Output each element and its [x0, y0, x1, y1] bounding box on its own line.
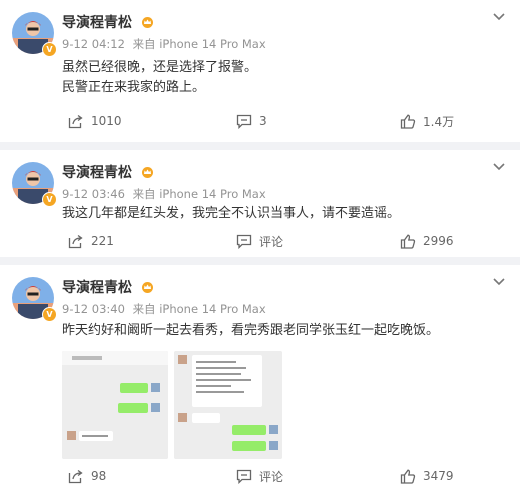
post-source: 来自 iPhone 14 Pro Max: [132, 302, 266, 316]
comment-icon: [236, 234, 252, 249]
share-icon: [68, 469, 83, 483]
comment-count: 3: [259, 114, 267, 128]
username[interactable]: 导演程青松: [62, 277, 154, 297]
comment-count: 评论: [259, 234, 284, 249]
post-text: 昨天约好和阚昕一起去看秀，看完秀跟老同学张玉红一起吃晚饭。: [62, 321, 439, 341]
more-menu-icon[interactable]: [492, 277, 506, 287]
post-time[interactable]: 9-12 03:46: [62, 187, 125, 201]
crown-icon: [141, 17, 153, 28]
avatar[interactable]: V: [12, 277, 57, 322]
more-menu-icon[interactable]: [492, 162, 506, 172]
share-count: 98: [91, 469, 107, 483]
action-bar: 1010 3 1.4万: [0, 110, 520, 132]
post-meta: 9-12 03:46 来自 iPhone 14 Pro Max: [62, 186, 266, 202]
comment-button[interactable]: 3: [236, 110, 267, 132]
like-count: 2996: [423, 234, 454, 248]
post-meta: 9-12 04:12 来自 iPhone 14 Pro Max: [62, 36, 266, 52]
post-text-line: 我这几年都是红头发，我完全不认识当事人，请不要造谣。: [62, 206, 401, 221]
post-text-line: 昨天约好和阚昕一起去看秀，看完秀跟老同学张玉红一起吃晚饭。: [62, 323, 440, 338]
post-source: 来自 iPhone 14 Pro Max: [132, 187, 266, 201]
post-card: V 导演程青松 9-12 03:46 来自 iPhone 14 Pro Max …: [0, 150, 520, 257]
share-count: 1010: [91, 114, 122, 128]
like-button[interactable]: 1.4万: [400, 110, 454, 132]
like-icon: [400, 113, 416, 129]
post-time[interactable]: 9-12 03:40: [62, 302, 125, 316]
verified-badge-icon: V: [42, 307, 57, 322]
weibo-feed: V 导演程青松 9-12 04:12 来自 iPhone 14 Pro Max …: [0, 0, 520, 492]
like-count: 3479: [423, 469, 454, 483]
post-text: 虽然已经很晚，还是选择了报警。 民警正在来我家的路上。: [62, 58, 257, 98]
username-text[interactable]: 导演程青松: [62, 280, 132, 296]
avatar[interactable]: V: [12, 162, 57, 207]
share-icon: [68, 114, 83, 128]
verified-badge-icon: V: [42, 42, 57, 57]
post-card: V 导演程青松 9-12 03:40 来自 iPhone 14 Pro Max …: [0, 265, 520, 492]
share-button[interactable]: 221: [68, 230, 114, 252]
avatar[interactable]: V: [12, 12, 57, 57]
username-text[interactable]: 导演程青松: [62, 165, 132, 181]
crown-icon: [141, 282, 153, 293]
post-text-line: 民警正在来我家的路上。: [62, 80, 206, 95]
comment-icon: [236, 469, 252, 484]
comment-icon: [236, 114, 252, 129]
like-button[interactable]: 3479: [400, 465, 454, 487]
comment-button[interactable]: 评论: [236, 230, 283, 252]
share-count: 221: [91, 234, 114, 248]
post-source: 来自 iPhone 14 Pro Max: [132, 37, 266, 51]
username-text[interactable]: 导演程青松: [62, 15, 132, 31]
action-bar: 98 评论 3479: [0, 465, 520, 487]
chat-screenshot-image[interactable]: [174, 351, 282, 459]
username[interactable]: 导演程青松: [62, 162, 154, 182]
post-meta: 9-12 03:40 来自 iPhone 14 Pro Max: [62, 301, 266, 317]
post-text: 我这几年都是红头发，我完全不认识当事人，请不要造谣。: [62, 204, 400, 224]
crown-icon: [141, 167, 153, 178]
verified-badge-icon: V: [42, 192, 57, 207]
post-text-line: 虽然已经很晚，还是选择了报警。: [62, 60, 258, 75]
share-icon: [68, 234, 83, 248]
like-button[interactable]: 2996: [400, 230, 454, 252]
chat-screenshot-picture: [174, 351, 282, 459]
like-icon: [400, 468, 416, 484]
chat-screenshot-image[interactable]: [62, 351, 168, 459]
chat-screenshot-picture: [62, 351, 168, 459]
post-card: V 导演程青松 9-12 04:12 来自 iPhone 14 Pro Max …: [0, 0, 520, 142]
more-menu-icon[interactable]: [492, 12, 506, 22]
comment-count: 评论: [259, 469, 284, 484]
like-count: 1.4万: [423, 114, 455, 129]
like-icon: [400, 233, 416, 249]
share-button[interactable]: 98: [68, 465, 106, 487]
comment-button[interactable]: 评论: [236, 465, 283, 487]
username[interactable]: 导演程青松: [62, 12, 154, 32]
share-button[interactable]: 1010: [68, 110, 122, 132]
post-time[interactable]: 9-12 04:12: [62, 37, 125, 51]
action-bar: 221 评论 2996: [0, 230, 520, 252]
